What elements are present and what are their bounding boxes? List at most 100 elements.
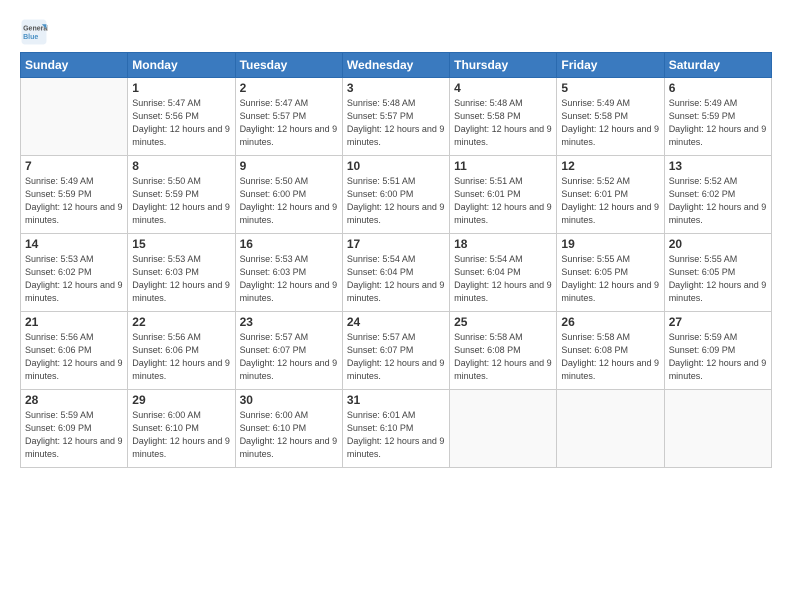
week-row-2: 7 Sunrise: 5:49 AMSunset: 5:59 PMDaylight… bbox=[21, 156, 772, 234]
day-info: Sunrise: 5:49 AMSunset: 5:59 PMDaylight:… bbox=[669, 97, 767, 149]
day-info: Sunrise: 5:55 AMSunset: 6:05 PMDaylight:… bbox=[669, 253, 767, 305]
day-number: 4 bbox=[454, 81, 552, 95]
calendar-cell: 26Sunrise: 5:58 AMSunset: 6:08 PMDayligh… bbox=[557, 312, 664, 390]
calendar-cell: 25 Sunrise: 5:58 AMSunset: 6:08 PMDayligh… bbox=[450, 312, 557, 390]
day-header-tuesday: Tuesday bbox=[235, 53, 342, 78]
day-number: 12 bbox=[561, 159, 659, 173]
calendar-cell: 10 Sunrise: 5:51 AMSunset: 6:00 PMDayligh… bbox=[342, 156, 449, 234]
day-number: 30 bbox=[240, 393, 338, 407]
day-number: 17 bbox=[347, 237, 445, 251]
day-header-monday: Monday bbox=[128, 53, 235, 78]
calendar-cell bbox=[450, 390, 557, 468]
day-number: 23 bbox=[240, 315, 338, 329]
calendar-cell: 4 Sunrise: 5:48 AMSunset: 5:58 PMDaylight… bbox=[450, 78, 557, 156]
day-info: Sunrise: 5:57 AMSunset: 6:07 PMDaylight:… bbox=[347, 331, 445, 383]
day-info: Sunrise: 5:59 AMSunset: 6:09 PMDaylight:… bbox=[25, 409, 123, 461]
calendar-cell: 30 Sunrise: 6:00 AMSunset: 6:10 PMDayligh… bbox=[235, 390, 342, 468]
day-number: 5 bbox=[561, 81, 659, 95]
calendar-cell: 29 Sunrise: 6:00 AMSunset: 6:10 PMDayligh… bbox=[128, 390, 235, 468]
day-info: Sunrise: 5:51 AMSunset: 6:01 PMDaylight:… bbox=[454, 175, 552, 227]
calendar-cell: 6 Sunrise: 5:49 AMSunset: 5:59 PMDaylight… bbox=[664, 78, 771, 156]
logo-icon: General Blue bbox=[20, 18, 48, 46]
day-number: 16 bbox=[240, 237, 338, 251]
day-info: Sunrise: 5:55 AMSunset: 6:05 PMDaylight:… bbox=[561, 253, 659, 305]
calendar-cell: 8Sunrise: 5:50 AMSunset: 5:59 PMDaylight… bbox=[128, 156, 235, 234]
day-info: Sunrise: 5:50 AMSunset: 6:00 PMDaylight:… bbox=[240, 175, 338, 227]
calendar-cell: 22Sunrise: 5:56 AMSunset: 6:06 PMDayligh… bbox=[128, 312, 235, 390]
day-info: Sunrise: 5:47 AMSunset: 5:56 PMDaylight:… bbox=[132, 97, 230, 149]
day-number: 1 bbox=[132, 81, 230, 95]
day-info: Sunrise: 5:49 AMSunset: 5:59 PMDaylight:… bbox=[25, 175, 123, 227]
calendar-cell: 5 Sunrise: 5:49 AMSunset: 5:58 PMDaylight… bbox=[557, 78, 664, 156]
calendar-cell: 31 Sunrise: 6:01 AMSunset: 6:10 PMDayligh… bbox=[342, 390, 449, 468]
day-info: Sunrise: 5:47 AMSunset: 5:57 PMDaylight:… bbox=[240, 97, 338, 149]
day-header-sunday: Sunday bbox=[21, 53, 128, 78]
day-info: Sunrise: 5:59 AMSunset: 6:09 PMDaylight:… bbox=[669, 331, 767, 383]
day-number: 19 bbox=[561, 237, 659, 251]
calendar-cell: 27 Sunrise: 5:59 AMSunset: 6:09 PMDayligh… bbox=[664, 312, 771, 390]
calendar-cell: 16 Sunrise: 5:53 AMSunset: 6:03 PMDayligh… bbox=[235, 234, 342, 312]
day-number: 7 bbox=[25, 159, 123, 173]
calendar-cell: 23 Sunrise: 5:57 AMSunset: 6:07 PMDayligh… bbox=[235, 312, 342, 390]
day-info: Sunrise: 5:53 AMSunset: 6:03 PMDaylight:… bbox=[240, 253, 338, 305]
header: General Blue bbox=[20, 18, 772, 46]
day-info: Sunrise: 5:49 AMSunset: 5:58 PMDaylight:… bbox=[561, 97, 659, 149]
day-info: Sunrise: 5:50 AMSunset: 5:59 PMDaylight:… bbox=[132, 175, 230, 227]
day-number: 28 bbox=[25, 393, 123, 407]
calendar-cell bbox=[21, 78, 128, 156]
day-number: 27 bbox=[669, 315, 767, 329]
day-number: 13 bbox=[669, 159, 767, 173]
day-number: 14 bbox=[25, 237, 123, 251]
calendar-cell: 15 Sunrise: 5:53 AMSunset: 6:03 PMDayligh… bbox=[128, 234, 235, 312]
day-info: Sunrise: 5:57 AMSunset: 6:07 PMDaylight:… bbox=[240, 331, 338, 383]
day-number: 26 bbox=[561, 315, 659, 329]
day-info: Sunrise: 5:58 AMSunset: 6:08 PMDaylight:… bbox=[454, 331, 552, 383]
week-row-3: 14 Sunrise: 5:53 AMSunset: 6:02 PMDayligh… bbox=[21, 234, 772, 312]
calendar-cell: 11 Sunrise: 5:51 AMSunset: 6:01 PMDayligh… bbox=[450, 156, 557, 234]
day-number: 10 bbox=[347, 159, 445, 173]
day-info: Sunrise: 5:54 AMSunset: 6:04 PMDaylight:… bbox=[454, 253, 552, 305]
day-header-saturday: Saturday bbox=[664, 53, 771, 78]
day-number: 3 bbox=[347, 81, 445, 95]
calendar-cell: 7 Sunrise: 5:49 AMSunset: 5:59 PMDaylight… bbox=[21, 156, 128, 234]
calendar-cell: 28 Sunrise: 5:59 AMSunset: 6:09 PMDayligh… bbox=[21, 390, 128, 468]
day-info: Sunrise: 5:56 AMSunset: 6:06 PMDaylight:… bbox=[25, 331, 123, 383]
week-row-5: 28 Sunrise: 5:59 AMSunset: 6:09 PMDayligh… bbox=[21, 390, 772, 468]
day-info: Sunrise: 6:00 AMSunset: 6:10 PMDaylight:… bbox=[240, 409, 338, 461]
day-number: 31 bbox=[347, 393, 445, 407]
day-number: 11 bbox=[454, 159, 552, 173]
calendar-cell: 21 Sunrise: 5:56 AMSunset: 6:06 PMDayligh… bbox=[21, 312, 128, 390]
day-number: 29 bbox=[132, 393, 230, 407]
day-info: Sunrise: 6:01 AMSunset: 6:10 PMDaylight:… bbox=[347, 409, 445, 461]
day-header-friday: Friday bbox=[557, 53, 664, 78]
day-number: 25 bbox=[454, 315, 552, 329]
day-info: Sunrise: 5:48 AMSunset: 5:58 PMDaylight:… bbox=[454, 97, 552, 149]
page: General Blue SundayMondayTuesdayWednesda… bbox=[0, 0, 792, 612]
calendar-cell bbox=[557, 390, 664, 468]
day-number: 6 bbox=[669, 81, 767, 95]
week-row-1: 1 Sunrise: 5:47 AMSunset: 5:56 PMDaylight… bbox=[21, 78, 772, 156]
day-info: Sunrise: 5:56 AMSunset: 6:06 PMDaylight:… bbox=[132, 331, 230, 383]
day-info: Sunrise: 5:53 AMSunset: 6:02 PMDaylight:… bbox=[25, 253, 123, 305]
day-info: Sunrise: 5:51 AMSunset: 6:00 PMDaylight:… bbox=[347, 175, 445, 227]
day-header-thursday: Thursday bbox=[450, 53, 557, 78]
calendar-cell: 19 Sunrise: 5:55 AMSunset: 6:05 PMDayligh… bbox=[557, 234, 664, 312]
calendar-cell: 1 Sunrise: 5:47 AMSunset: 5:56 PMDaylight… bbox=[128, 78, 235, 156]
day-number: 15 bbox=[132, 237, 230, 251]
calendar: SundayMondayTuesdayWednesdayThursdayFrid… bbox=[20, 52, 772, 468]
day-number: 24 bbox=[347, 315, 445, 329]
day-header-wednesday: Wednesday bbox=[342, 53, 449, 78]
day-number: 21 bbox=[25, 315, 123, 329]
day-number: 18 bbox=[454, 237, 552, 251]
calendar-cell: 12Sunrise: 5:52 AMSunset: 6:01 PMDayligh… bbox=[557, 156, 664, 234]
day-info: Sunrise: 6:00 AMSunset: 6:10 PMDaylight:… bbox=[132, 409, 230, 461]
calendar-cell: 3 Sunrise: 5:48 AMSunset: 5:57 PMDaylight… bbox=[342, 78, 449, 156]
day-info: Sunrise: 5:48 AMSunset: 5:57 PMDaylight:… bbox=[347, 97, 445, 149]
day-info: Sunrise: 5:53 AMSunset: 6:03 PMDaylight:… bbox=[132, 253, 230, 305]
calendar-cell: 2Sunrise: 5:47 AMSunset: 5:57 PMDaylight… bbox=[235, 78, 342, 156]
calendar-cell: 14 Sunrise: 5:53 AMSunset: 6:02 PMDayligh… bbox=[21, 234, 128, 312]
day-number: 9 bbox=[240, 159, 338, 173]
svg-text:Blue: Blue bbox=[23, 34, 38, 41]
calendar-cell: 20Sunrise: 5:55 AMSunset: 6:05 PMDayligh… bbox=[664, 234, 771, 312]
logo: General Blue bbox=[20, 18, 48, 46]
